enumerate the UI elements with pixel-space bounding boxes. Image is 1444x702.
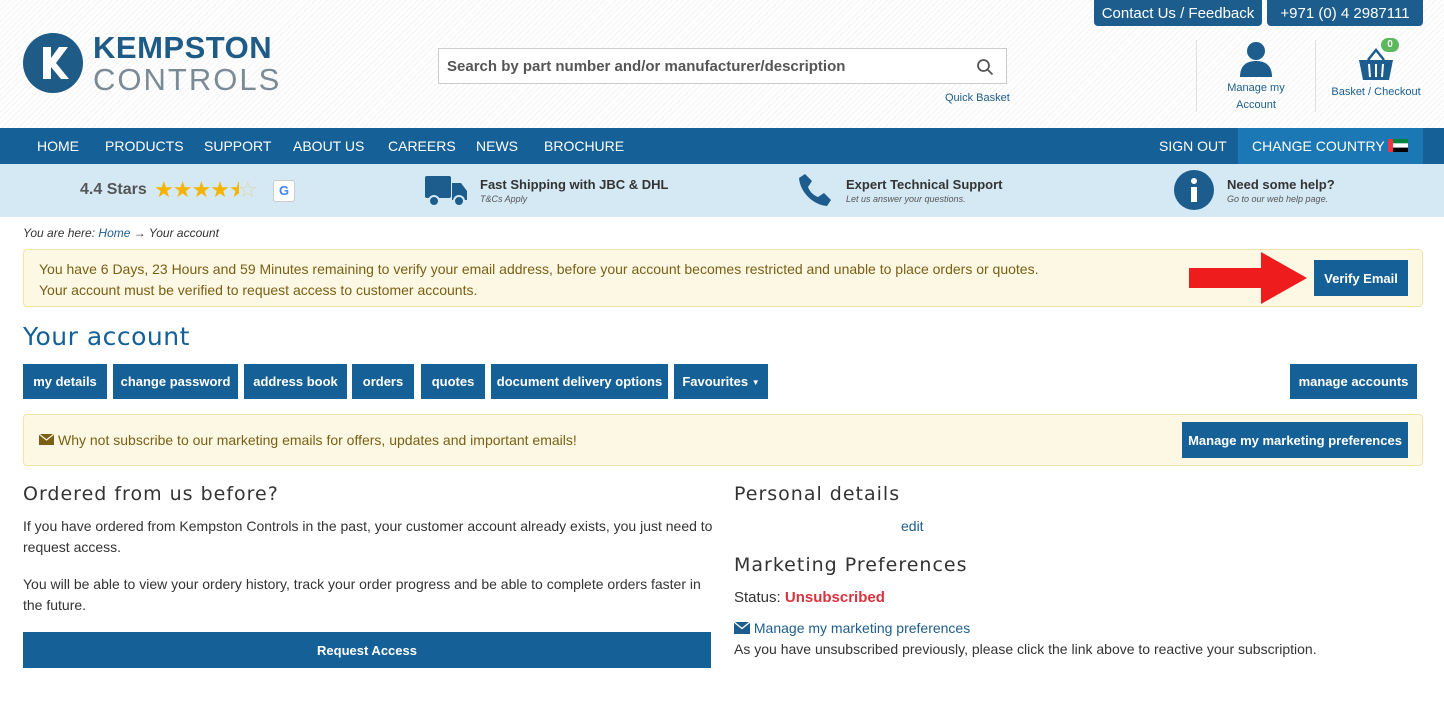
verify-alert-line1: You have 6 Days, 23 Hours and 59 Minutes… [39,261,1039,277]
contact-feedback-button[interactable]: Contact Us / Feedback [1094,0,1262,26]
info-bar: 4.4 Stars ★★★★★☆ G Fast Shipping with JB… [0,164,1444,217]
nav-support[interactable]: SUPPORT [204,128,271,164]
nav-products[interactable]: PRODUCTS [105,128,184,164]
marketing-preferences-heading: Marketing Preferences [734,554,968,576]
shipping-sub[interactable]: T&Cs Apply [480,194,527,204]
quick-basket-link[interactable]: Quick Basket [945,92,1010,104]
account-label-line2: Account [1236,99,1276,111]
header-divider [1315,40,1316,112]
star-rating-icon: ★★★★★☆ [154,177,258,202]
delivery-truck-icon [425,176,467,207]
logo-line-2: CONTROLS [93,61,282,97]
page-title: Your account [23,322,190,351]
nav-about-us[interactable]: ABOUT US [293,128,364,164]
tab-change-password[interactable]: change password [113,364,238,399]
kempston-logo[interactable]: KEMPSTON CONTROLS [23,29,282,97]
personal-details-heading: Personal details [734,483,901,505]
marketing-status-label: Status: [734,589,781,606]
manage-account-link[interactable]: Manage my Account [1218,40,1294,114]
search-bar [438,48,1007,84]
tab-my-details[interactable]: my details [23,364,107,399]
manage-marketing-preferences-button[interactable]: Manage my marketing preferences [1182,422,1408,458]
support-sub: Let us answer your questions. [846,194,966,204]
marketing-promo-alert: Why not subscribe to our marketing email… [23,414,1423,466]
logo-k-icon [23,33,83,93]
basket-count-badge: 0 [1381,38,1399,52]
red-arrow-icon [1189,252,1307,304]
nav-careers[interactable]: CAREERS [388,128,456,164]
breadcrumb-current: → Your account [133,226,219,240]
unsubscribed-note: As you have unsubscribed previously, ple… [734,641,1317,657]
tab-favourites-label: Favourites [682,374,749,389]
shipping-title: Fast Shipping with JBC & DHL [480,177,669,192]
breadcrumb-home-link[interactable]: Home [98,226,130,240]
edit-personal-details-link[interactable]: edit [901,518,924,534]
promo-text: Why not subscribe to our marketing email… [58,432,577,448]
search-input[interactable] [447,57,967,75]
basket-label: Basket / Checkout [1331,86,1421,98]
manage-accounts-button[interactable]: manage accounts [1290,364,1417,399]
change-country-button[interactable]: CHANGE COUNTRY [1238,128,1423,164]
main-nav: HOME PRODUCTS SUPPORT ABOUT US CAREERS N… [0,128,1444,164]
caret-down-icon: ▼ [751,378,760,388]
nav-news[interactable]: NEWS [476,128,518,164]
verify-alert-line2: Your account must be verified to request… [39,282,478,298]
uae-flag-icon [1388,139,1408,152]
breadcrumb: You are here: Home → Your account [23,226,219,240]
request-access-button[interactable]: Request Access [23,632,711,668]
verify-email-button[interactable]: Verify Email [1314,260,1408,296]
ordered-before-heading: Ordered from us before? [23,483,279,505]
site-header: KEMPSTON CONTROLS Contact Us / Feedback … [0,0,1444,128]
manage-marketing-preferences-link[interactable]: Manage my marketing preferences [733,620,971,636]
nav-sign-out[interactable]: SIGN OUT [1159,128,1227,164]
tab-document-delivery[interactable]: document delivery options [491,364,668,399]
tab-address-book[interactable]: address book [244,364,347,399]
nav-home[interactable]: HOME [37,128,79,164]
manage-marketing-link-label: Manage my marketing preferences [753,620,971,636]
support-title: Expert Technical Support [846,177,1003,192]
tab-favourites-dropdown[interactable]: Favourites ▼ [674,364,768,399]
tab-orders[interactable]: orders [352,364,414,399]
account-label-line1: Manage my [1227,82,1285,94]
phone-icon [799,174,831,206]
basket-checkout-link[interactable]: 0 Basket / Checkout [1324,38,1428,98]
envelope-icon [733,621,751,634]
rating-text: 4.4 Stars [80,181,147,198]
phone-button[interactable]: +971 (0) 4 2987111 [1267,0,1423,26]
tab-quotes[interactable]: quotes [421,364,485,399]
ordered-para-1: If you have ordered from Kempston Contro… [23,518,713,555]
envelope-icon [39,434,54,445]
nav-brochure[interactable]: BROCHURE [544,128,624,164]
breadcrumb-prefix: You are here: [23,226,96,240]
marketing-status-value: Unsubscribed [784,589,885,606]
verify-email-alert: You have 6 Days, 23 Hours and 59 Minutes… [23,249,1423,307]
ordered-para-2: You will be able to view your ordery his… [23,576,701,613]
user-icon [1240,42,1272,77]
change-country-label: CHANGE COUNTRY [1252,138,1385,154]
help-sub: Go to our web help page. [1227,194,1329,204]
basket-icon [1359,48,1393,80]
info-icon [1174,170,1214,210]
marketing-status: Status: Unsubscribed [734,589,885,606]
header-divider [1196,40,1197,112]
search-icon[interactable] [976,58,994,79]
help-title[interactable]: Need some help? [1227,177,1335,192]
google-icon: G [273,180,295,202]
logo-line-1: KEMPSTON [93,29,273,65]
